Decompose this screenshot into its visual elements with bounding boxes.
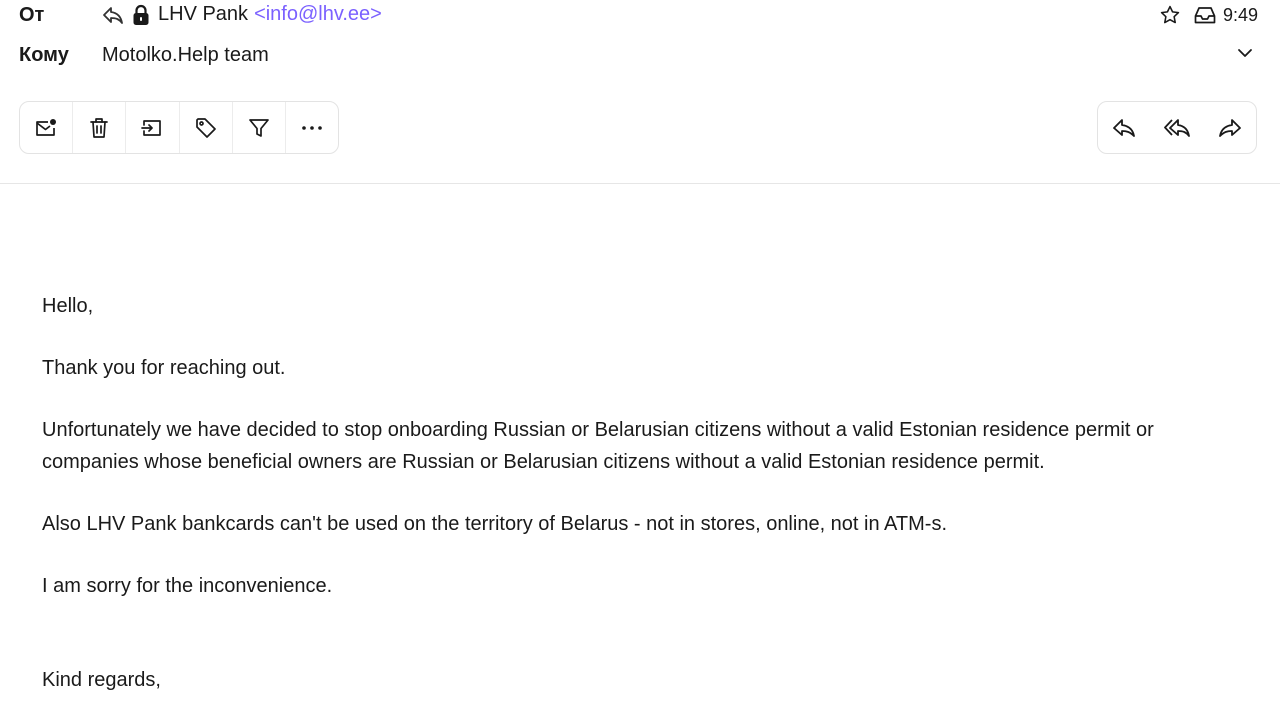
greeting: Hello, (42, 295, 94, 317)
filter-icon (247, 116, 271, 140)
to-row: Кому Motolko.Help team (0, 40, 1280, 74)
sender-email[interactable]: <info@lhv.ee> (254, 3, 382, 26)
reply-all-icon (1164, 117, 1190, 139)
message-time: 9:49 (1222, 4, 1258, 25)
replied-icon (102, 5, 124, 25)
forward-icon (1218, 117, 1242, 139)
move-to-folder-icon (140, 117, 164, 139)
sender[interactable]: LHV Pank <info@lhv.ee> (102, 3, 382, 26)
message-meta: 9:49 (1159, 0, 1258, 30)
more-button[interactable] (286, 102, 338, 153)
envelope-dot-icon (34, 117, 58, 139)
star-icon[interactable] (1159, 4, 1181, 26)
header-divider (0, 183, 1280, 184)
trash-icon (88, 116, 110, 140)
mark-unread-button[interactable] (20, 102, 74, 153)
reply-button[interactable] (1098, 102, 1151, 153)
reply-actions-toolbar (1097, 101, 1257, 154)
apology-paragraph: I am sorry for the inconvenience. (42, 575, 333, 597)
sign-off: Kind regards, (42, 669, 161, 691)
message-actions-toolbar (19, 101, 339, 154)
from-label: От (19, 4, 45, 26)
move-button[interactable] (126, 102, 180, 153)
tag-button[interactable] (180, 102, 233, 153)
tag-icon (194, 116, 218, 140)
recipient[interactable]: Motolko.Help team (102, 44, 269, 67)
forward-button[interactable] (1203, 102, 1256, 153)
email-view: От LHV Pank <info@lhv.ee> 9:49 Кому Moto… (0, 0, 1280, 714)
bankcards-paragraph: Also LHV Pank bankcards can't be used on… (42, 513, 948, 535)
from-row: От LHV Pank <info@lhv.ee> 9:49 (0, 0, 1280, 32)
sender-name: LHV Pank (158, 3, 249, 25)
delete-button[interactable] (73, 102, 127, 153)
main-paragraph: Unfortunately we have decided to stop on… (42, 419, 1154, 473)
reply-all-button[interactable] (1151, 102, 1204, 153)
to-label: Кому (19, 44, 69, 66)
thanks-paragraph: Thank you for reaching out. (42, 357, 286, 379)
chevron-down-icon[interactable] (1236, 47, 1254, 59)
lock-icon (132, 4, 150, 26)
more-icon (300, 124, 324, 132)
reply-icon (1112, 117, 1136, 139)
filter-button[interactable] (233, 102, 286, 153)
inbox-icon (1193, 4, 1217, 26)
